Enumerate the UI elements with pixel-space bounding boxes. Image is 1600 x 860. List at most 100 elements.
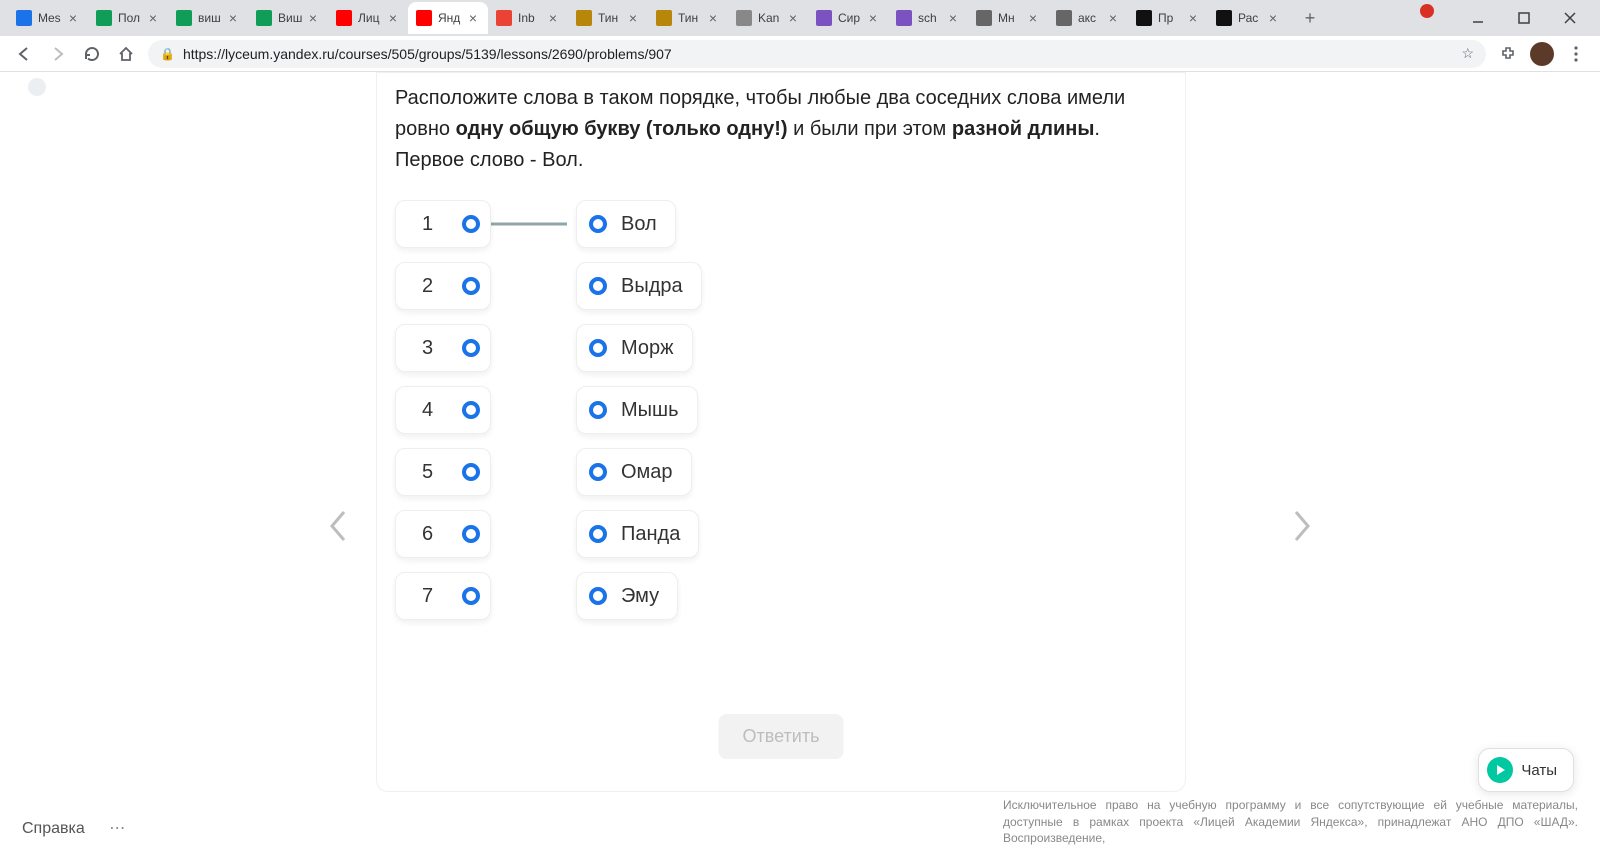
connector-dot-icon[interactable] [462, 215, 480, 233]
tab-13[interactable]: акс× [1048, 2, 1128, 34]
new-tab-button[interactable]: + [1296, 4, 1324, 32]
reload-button[interactable] [80, 42, 104, 66]
slot-chip-7[interactable]: 7 [395, 572, 491, 620]
slot-chip-4[interactable]: 4 [395, 386, 491, 434]
tab-5-active[interactable]: Янд× [408, 2, 488, 34]
tab-title: Тин [598, 11, 622, 25]
match-row: 5 Омар [395, 448, 1185, 496]
tab-14[interactable]: Пр× [1128, 2, 1208, 34]
word-chip-4[interactable]: Омар [576, 448, 692, 496]
prev-problem-button[interactable] [320, 502, 356, 550]
instr-text: и были при этом [793, 118, 952, 140]
connector-dot-icon[interactable] [462, 401, 480, 419]
close-icon[interactable]: × [146, 11, 160, 25]
slot-chip-3[interactable]: 3 [395, 324, 491, 372]
word-chip-6[interactable]: Эму [576, 572, 678, 620]
close-icon[interactable]: × [626, 11, 640, 25]
chat-button[interactable]: Чаты [1478, 748, 1574, 792]
next-problem-button[interactable] [1284, 502, 1320, 550]
task-card: Расположите слова в таком порядке, чтобы… [376, 72, 1186, 792]
word-chip-3[interactable]: Мышь [576, 386, 698, 434]
close-icon[interactable]: × [1026, 11, 1040, 25]
connector-dot-icon[interactable] [589, 339, 607, 357]
address-bar[interactable]: 🔒 https://lyceum.yandex.ru/courses/505/g… [148, 40, 1486, 68]
favicon [896, 10, 912, 26]
close-icon[interactable]: × [466, 11, 480, 25]
tab-title: sch [918, 11, 942, 25]
word-label: Панда [621, 523, 680, 546]
window-maximize-button[interactable] [1510, 4, 1538, 32]
tab-9[interactable]: Kan× [728, 2, 808, 34]
close-icon[interactable]: × [866, 11, 880, 25]
help-label: Справка [22, 820, 85, 837]
close-icon[interactable]: × [1186, 11, 1200, 25]
word-chip-2[interactable]: Морж [576, 324, 693, 372]
tab-title: Пол [118, 11, 142, 25]
tab-15[interactable]: Рас × [1208, 2, 1288, 34]
favicon [576, 10, 592, 26]
browser-tab-strip: Mes× Пол× виш× Виш× Лиц× Янд× Inb× Тин× … [0, 0, 1600, 36]
profile-avatar[interactable] [1530, 42, 1554, 66]
match-row: 3 Морж [395, 324, 1185, 372]
connector-dot-icon[interactable] [589, 277, 607, 295]
tab-11[interactable]: sch × [888, 2, 968, 34]
back-button[interactable] [12, 42, 36, 66]
tab-10[interactable]: Сир× [808, 2, 888, 34]
close-icon[interactable]: × [1106, 11, 1120, 25]
connector-dot-icon[interactable] [589, 525, 607, 543]
close-icon[interactable]: × [1266, 11, 1280, 25]
word-chip-1[interactable]: Выдра [576, 262, 702, 310]
tab-3[interactable]: Виш× [248, 2, 328, 34]
answer-button[interactable]: Ответить [719, 714, 844, 759]
connector-dot-icon[interactable] [462, 339, 480, 357]
favicon [496, 10, 512, 26]
window-minimize-button[interactable] [1464, 4, 1492, 32]
tab-8[interactable]: Тин× [648, 2, 728, 34]
slot-chip-5[interactable]: 5 [395, 448, 491, 496]
task-instructions: Расположите слова в таком порядке, чтобы… [377, 73, 1185, 176]
close-icon[interactable]: × [306, 11, 320, 25]
menu-button[interactable] [1564, 42, 1588, 66]
tab-2[interactable]: виш× [168, 2, 248, 34]
connector-dot-icon[interactable] [589, 215, 607, 233]
connector-dot-icon[interactable] [462, 587, 480, 605]
slot-chip-1[interactable]: 1 [395, 200, 491, 248]
connector-dot-icon[interactable] [462, 277, 480, 295]
record-indicator-icon[interactable] [1420, 4, 1434, 18]
close-icon[interactable]: × [546, 11, 560, 25]
close-icon[interactable]: × [786, 11, 800, 25]
help-link[interactable]: Справка ⋯ [22, 818, 127, 838]
tab-12[interactable]: Мн× [968, 2, 1048, 34]
star-icon[interactable]: ☆ [1461, 45, 1474, 62]
tab-7[interactable]: Тин × [568, 2, 648, 34]
home-button[interactable] [114, 42, 138, 66]
close-icon[interactable]: × [706, 11, 720, 25]
connector-dot-icon[interactable] [462, 525, 480, 543]
connector-dot-icon[interactable] [589, 401, 607, 419]
word-chip-0[interactable]: Вол [576, 200, 676, 248]
ellipsis-icon[interactable]: ⋯ [109, 820, 127, 837]
tab-4[interactable]: Лиц× [328, 2, 408, 34]
slot-number: 5 [422, 461, 433, 484]
tab-title: Рас [1238, 11, 1262, 25]
slot-chip-2[interactable]: 2 [395, 262, 491, 310]
tab-0[interactable]: Mes× [8, 2, 88, 34]
close-icon[interactable]: × [66, 11, 80, 25]
extensions-button[interactable] [1496, 42, 1520, 66]
chat-icon [1487, 757, 1513, 783]
close-icon[interactable]: × [386, 11, 400, 25]
connector-dot-icon[interactable] [589, 463, 607, 481]
tab-6[interactable]: Inb× [488, 2, 568, 34]
word-chip-5[interactable]: Панда [576, 510, 699, 558]
favicon [416, 10, 432, 26]
word-label: Омар [621, 461, 673, 484]
favicon [736, 10, 752, 26]
connector-dot-icon[interactable] [462, 463, 480, 481]
slot-chip-6[interactable]: 6 [395, 510, 491, 558]
forward-button[interactable] [46, 42, 70, 66]
connector-dot-icon[interactable] [589, 587, 607, 605]
tab-1[interactable]: Пол × [88, 2, 168, 34]
window-close-button[interactable] [1556, 4, 1584, 32]
close-icon[interactable]: × [946, 11, 960, 25]
close-icon[interactable]: × [226, 11, 240, 25]
